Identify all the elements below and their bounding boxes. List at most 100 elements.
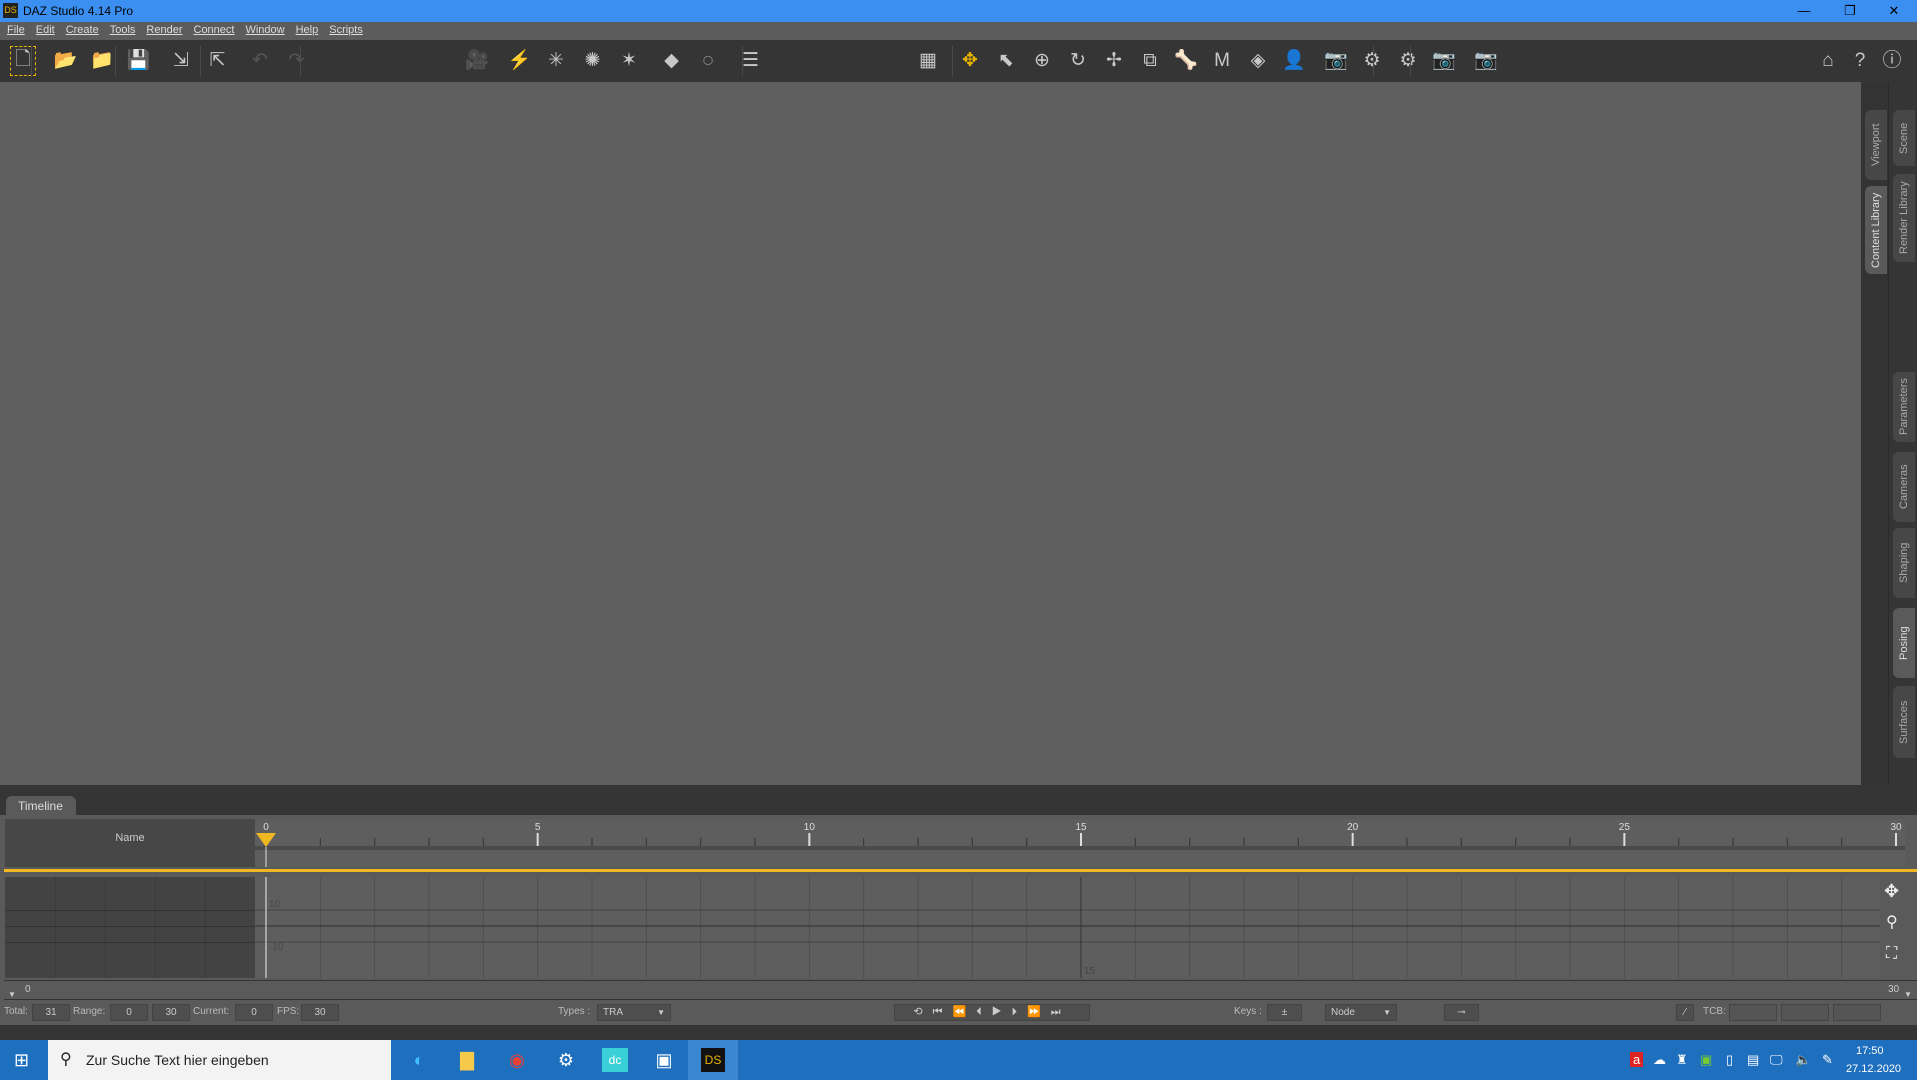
graph-label: 15 <box>1084 966 1096 977</box>
tcb-tension-field[interactable] <box>1729 1004 1777 1021</box>
export-icon[interactable]: ⇱ <box>205 48 231 74</box>
pen-icon[interactable]: ✎ <box>1822 1052 1833 1068</box>
create-camera-icon[interactable]: 🎥 <box>464 48 490 74</box>
new-scene-icon[interactable]: 🗋 <box>10 46 36 76</box>
usb-icon[interactable]: ▯ <box>1726 1052 1733 1068</box>
create-pointlight-icon[interactable]: ✳ <box>543 48 569 74</box>
taskbar-search[interactable]: Zur Suche Text hier eingeben <box>48 1040 391 1080</box>
menu-create[interactable]: Create <box>59 22 103 40</box>
chrome-icon[interactable]: ◉ <box>504 1048 530 1072</box>
scale-icon[interactable]: ⧉ <box>1137 48 1163 74</box>
menu-file[interactable]: File <box>0 22 29 40</box>
range-start-field[interactable]: 0 <box>110 1004 148 1021</box>
types-dropdown[interactable]: TRA ▼ <box>597 1004 671 1021</box>
pan-icon[interactable]: ✥ <box>1884 881 1899 902</box>
tab-shaping[interactable]: Shaping <box>1893 528 1915 598</box>
playhead-marker <box>256 833 276 847</box>
daz-home-icon[interactable]: ⌂ <box>1815 48 1841 74</box>
merge-icon[interactable]: 📁 <box>89 48 115 74</box>
help-icon[interactable]: ⓘ <box>1879 48 1905 74</box>
menu-help[interactable]: Help <box>289 22 323 40</box>
keys-dropdown[interactable]: Node ▼ <box>1325 1004 1397 1021</box>
menu-scripts[interactable]: Scripts <box>322 22 367 40</box>
create-primitive-icon[interactable]: ◆ <box>659 48 685 74</box>
translate-icon[interactable]: ✢ <box>1101 48 1127 74</box>
settings-icon[interactable]: ⚙ <box>553 1048 579 1072</box>
app-tray-icon[interactable]: ▤ <box>1747 1052 1759 1068</box>
rotate-icon[interactable]: ↻ <box>1065 48 1091 74</box>
create-spotlight-icon[interactable]: ⚡ <box>507 48 533 74</box>
tab-surfaces[interactable]: Surfaces <box>1893 686 1915 758</box>
tab-scene[interactable]: Scene <box>1893 110 1915 166</box>
playback-controls[interactable]: ⟲⏮⏪⏴▶⏵⏩⏭ <box>894 1004 1090 1021</box>
surface-selection-icon[interactable]: ◈ <box>1245 48 1271 74</box>
grid-icon[interactable]: ▦ <box>915 48 941 74</box>
save-icon[interactable]: 💾 <box>126 48 152 74</box>
file-explorer-icon[interactable]: ▇ <box>454 1048 480 1072</box>
minimize-button[interactable]: — <box>1781 0 1827 22</box>
select-settings-icon[interactable]: ⚙ <box>1359 48 1385 74</box>
menu-window[interactable]: Window <box>238 22 288 40</box>
fps-field[interactable]: 30 <box>301 1004 339 1021</box>
create-null-icon[interactable]: ◌ <box>695 48 721 74</box>
tab-posing[interactable]: Posing <box>1893 608 1915 678</box>
onedrive-icon[interactable]: ☁ <box>1653 1052 1666 1068</box>
tcb-continuity-field[interactable] <box>1781 1004 1829 1021</box>
app-window-icon[interactable]: ▣ <box>651 1048 677 1072</box>
tab-render-library[interactable]: Render Library <box>1893 174 1915 262</box>
undo-icon[interactable]: ↶ <box>247 48 273 74</box>
import-icon[interactable]: ⇲ <box>168 48 194 74</box>
fit-view-icon[interactable]: ⛶ <box>1886 945 1897 963</box>
timeline-ruler[interactable]: 0 5 10 15 20 25 30 <box>255 819 1905 867</box>
whats-this-icon[interactable]: ? <box>1847 48 1873 74</box>
tab-cameras[interactable]: Cameras <box>1893 452 1915 522</box>
interpolation-button[interactable]: ⁄ <box>1676 1004 1694 1021</box>
create-distant-light-icon[interactable]: ✺ <box>580 48 606 74</box>
restore-button[interactable]: ❐ <box>1827 0 1873 22</box>
dc-app-icon[interactable]: dc <box>602 1048 628 1072</box>
create-light-icon[interactable]: ✶ <box>616 48 642 74</box>
figure-icon[interactable]: 👤 <box>1281 48 1307 74</box>
render-icon[interactable]: 📷 <box>1473 48 1499 74</box>
tcb-bias-field[interactable] <box>1833 1004 1881 1021</box>
redo-icon[interactable]: ↷ <box>284 48 310 74</box>
tab-content-library[interactable]: Content Library <box>1865 186 1887 274</box>
open-icon[interactable]: 📂 <box>53 48 79 74</box>
range-end-field[interactable]: 30 <box>152 1004 190 1021</box>
edge-icon[interactable]: ◐ <box>406 1048 432 1072</box>
node-rotate-icon[interactable]: ⊕ <box>1029 48 1055 74</box>
universal-tool-icon[interactable]: ✥ <box>957 48 983 74</box>
volume-icon[interactable]: 🔈 <box>1795 1052 1811 1068</box>
render-settings-icon[interactable]: ⚙ <box>1395 48 1421 74</box>
frame-range-strip[interactable]: ▼ 0 30 ▼ <box>4 980 1917 1000</box>
viewport[interactable] <box>0 82 1861 785</box>
windows-start-icon[interactable]: ⊞ <box>14 1050 29 1071</box>
tab-parameters[interactable]: Parameters <box>1893 372 1915 442</box>
current-field[interactable]: 0 <box>235 1004 273 1021</box>
clock-date[interactable]: 27.12.2020 <box>1846 1063 1901 1075</box>
network-icon[interactable]: 🖵 <box>1770 1052 1783 1068</box>
daz-studio-taskbar-button[interactable]: DS <box>688 1040 738 1080</box>
geometry-editor-icon[interactable]: M <box>1209 48 1235 74</box>
total-field[interactable]: 31 <box>32 1004 70 1021</box>
copy-keys-button[interactable]: ⊸ <box>1444 1004 1479 1021</box>
nvidia-icon[interactable]: ▣ <box>1700 1052 1712 1068</box>
curve-graph[interactable]: 10 -10 15 <box>255 877 1885 978</box>
menu-render[interactable]: Render <box>139 22 186 40</box>
camera-tool-icon[interactable]: 📷 <box>1323 48 1349 74</box>
clock-time[interactable]: 17:50 <box>1856 1045 1884 1057</box>
tab-timeline[interactable]: Timeline <box>6 796 76 816</box>
menu-connect[interactable]: Connect <box>187 22 239 40</box>
avira-icon[interactable]: a <box>1630 1052 1644 1067</box>
menu-edit[interactable]: Edit <box>29 22 59 40</box>
menu-tools[interactable]: Tools <box>103 22 140 40</box>
close-button[interactable]: ✕ <box>1871 0 1917 22</box>
select-tool-icon[interactable]: ⬉ <box>993 48 1019 74</box>
timeline-divider <box>4 869 1917 872</box>
tab-viewport[interactable]: Viewport <box>1865 110 1887 180</box>
add-remove-key-button[interactable]: ± <box>1267 1004 1302 1021</box>
zoom-icon[interactable]: ⚲ <box>1886 912 1898 932</box>
joint-editor-icon[interactable]: 🦴 <box>1173 48 1199 74</box>
network-tray-icon[interactable]: ♜ <box>1676 1052 1688 1068</box>
render-camera-settings-icon[interactable]: 📷 <box>1431 48 1457 74</box>
